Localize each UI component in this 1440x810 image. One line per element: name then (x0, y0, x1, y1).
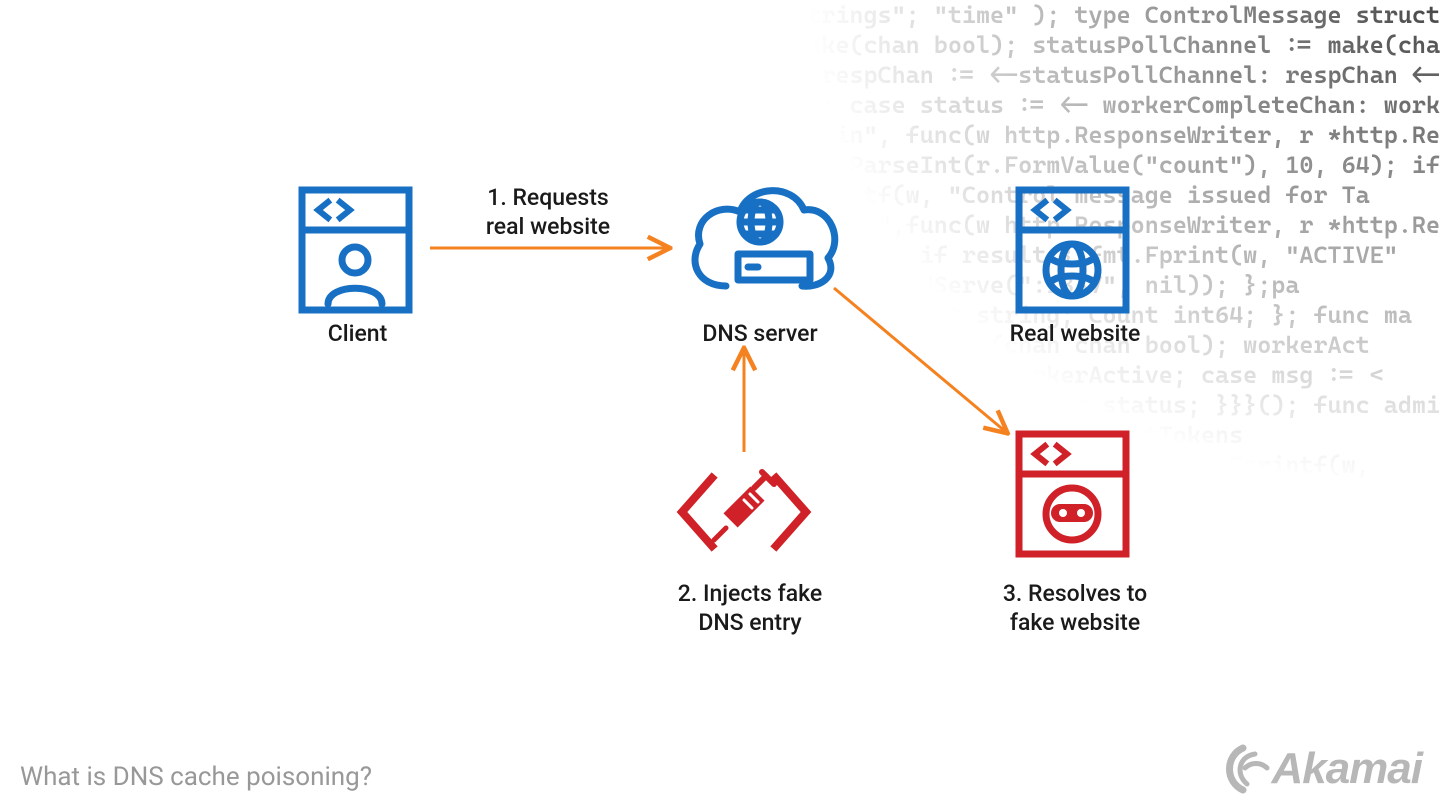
injector-label-line2: DNS entry (698, 609, 801, 636)
brand-text: Akamai (1271, 744, 1422, 794)
arrows-layer (0, 0, 1440, 810)
fake-label-line2: fake website (1010, 609, 1140, 636)
fake-website-label: 3. Resolves to fake website (1000, 580, 1150, 638)
brand-logo: Akamai (1221, 744, 1422, 794)
akamai-wave-icon (1221, 744, 1271, 794)
arrow-1-label-line1: 1. Requests (487, 184, 608, 211)
fake-label-line1: 3. Resolves to (1003, 580, 1147, 607)
caption-text: What is DNS cache poisoning? (20, 762, 372, 792)
dns-label: DNS server (660, 320, 860, 349)
diagram-stage: "encoding/json"; "strings"; "time" ); ty… (0, 0, 1440, 810)
arrow-1-label-line2: real website (486, 213, 610, 240)
real-website-node (1015, 186, 1130, 314)
fake-website-node (1015, 430, 1130, 558)
client-label: Client (300, 320, 415, 349)
arrow-1-label: 1. Requests real website (468, 184, 628, 242)
real-website-label: Real website (1000, 320, 1150, 349)
code-background: "encoding/json"; "strings"; "time" ); ty… (540, 0, 1440, 810)
injector-label-line1: 2. Injects fake (678, 580, 822, 607)
client-node (298, 186, 413, 314)
injector-label: 2. Injects fake DNS entry (660, 580, 840, 638)
injector-node (674, 458, 814, 568)
dns-node (680, 176, 840, 306)
